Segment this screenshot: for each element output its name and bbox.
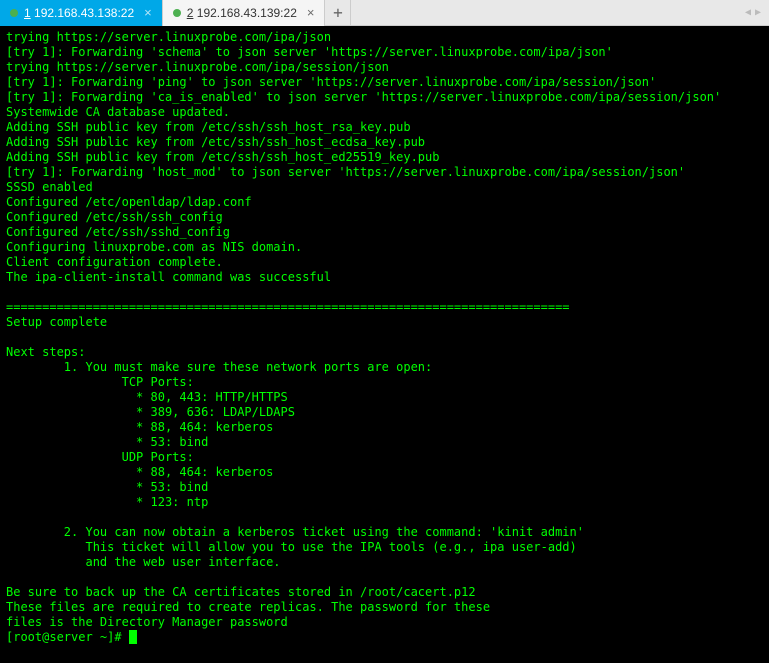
tab-label: 2 192.168.43.139:22 (187, 6, 297, 20)
tab-label: 1 192.168.43.138:22 (24, 6, 134, 20)
terminal-prompt: [root@server ~]# (6, 630, 129, 644)
tab-1[interactable]: 1 192.168.43.138:22 × (0, 0, 163, 26)
close-icon[interactable]: × (307, 5, 315, 20)
add-tab-button[interactable]: + (325, 0, 351, 26)
tab-2[interactable]: 2 192.168.43.139:22 × (163, 0, 326, 26)
status-dot-icon (10, 9, 18, 17)
terminal-lines: trying https://server.linuxprobe.com/ipa… (6, 30, 763, 630)
close-icon[interactable]: × (144, 5, 152, 20)
nav-right-icon[interactable]: ▶ (755, 7, 761, 18)
terminal-output[interactable]: trying https://server.linuxprobe.com/ipa… (0, 26, 769, 663)
nav-left-icon[interactable]: ◀ (745, 7, 751, 18)
cursor-icon (129, 630, 137, 644)
status-dot-icon (173, 9, 181, 17)
tab-bar: 1 192.168.43.138:22 × 2 192.168.43.139:2… (0, 0, 769, 26)
nav-arrows: ◀ ▶ (745, 7, 769, 18)
